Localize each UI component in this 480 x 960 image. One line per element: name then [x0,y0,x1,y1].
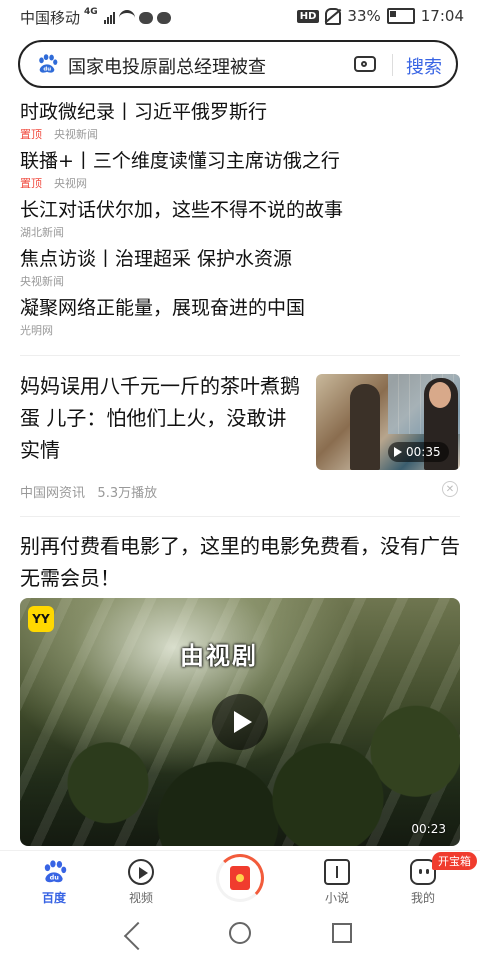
play-icon [394,447,402,457]
recents-icon[interactable] [332,923,352,943]
news-title[interactable]: 妈妈误用八千元一斤的茶叶煮鹅蛋 儿子：怕他们上火，没敢讲实情 [20,370,300,466]
play-circle-icon [128,859,154,885]
tab-label: 百度 [41,891,66,905]
red-envelope-button[interactable] [216,854,264,902]
hot-item[interactable]: 焦点访谈丨治理超采 保护水资源 央视新闻 [20,247,460,296]
video-duration-text: 00:23 [411,822,446,836]
play-count: 5.3万播放 [97,486,158,501]
hot-item-meta: 光明网 [20,324,460,338]
divider [20,355,460,356]
news-meta: 中国网资讯 5.3万播放 [20,482,157,501]
tab-baidu[interactable]: du 百度 [24,859,84,906]
clock: 17:04 [420,7,464,25]
pinned-tag: 置顶 [20,128,42,141]
hot-item-source: 央视新闻 [54,128,98,141]
hot-item-meta: 置顶 央视新闻 [20,128,460,142]
tab-label: 我的 [410,891,435,905]
camera-icon[interactable] [354,56,376,72]
hot-item-title[interactable]: 长江对话伏尔加，这些不得不说的故事 [20,198,460,222]
yy-logo-icon: YY [28,606,54,632]
red-envelope-icon [230,866,250,890]
book-icon [324,859,350,885]
hot-item-title[interactable]: 时政微纪录丨习近平俄罗斯行 [20,100,460,124]
search-button[interactable]: 搜索 [406,53,442,79]
news-title[interactable]: 别再付费看电影了，这里的电影免费看，没有广告无需会员！ [20,530,460,594]
hot-item-meta: 湖北新闻 [20,226,460,240]
hot-item[interactable]: 凝聚网络正能量，展现奋进的中国 光明网 [20,296,460,345]
baidu-paw-icon: du [44,860,67,883]
wifi-icon [118,10,135,25]
hot-item-source: 央视网 [54,177,87,190]
thumbnail-person [350,384,380,470]
back-icon[interactable] [123,921,153,951]
system-nav [0,914,480,960]
status-bar: 中国移动 4G HD 33% 17:04 [0,0,480,34]
baidu-paw-icon: du [39,54,58,73]
video-overlay-text: 由视剧 [180,642,258,670]
hot-item[interactable]: 长江对话伏尔加，这些不得不说的故事 湖北新闻 [20,198,460,247]
mute-icon [325,7,342,25]
hd-badge: HD [296,9,320,23]
wechat-icon [138,11,153,24]
video-duration-text: 00:35 [406,445,441,459]
hot-item-source: 光明网 [20,324,53,337]
hot-list: 时政微纪录丨习近平俄罗斯行 置顶 央视新闻 联播+丨三个维度读懂习主席访俄之行 置… [20,100,460,345]
tab-novel[interactable]: 小说 [307,859,367,906]
svg-text:du: du [50,874,60,882]
signal-icon [103,11,115,24]
hot-item-source: 湖北新闻 [20,226,64,239]
tab-label: 视频 [128,891,153,905]
home-icon[interactable] [229,922,251,944]
carrier-name: 中国移动 [20,9,81,27]
video-duration: 00:35 [388,442,449,462]
pinned-tag: 置顶 [20,177,42,190]
hot-item-title[interactable]: 联播+丨三个维度读懂习主席访俄之行 [20,149,460,173]
svg-text:du: du [43,66,51,72]
status-right: HD 33% 17:04 [296,7,464,25]
tab-video[interactable]: 视频 [111,859,171,906]
treasure-badge[interactable]: 开宝箱 [432,852,477,870]
search-bar[interactable]: du 国家电投原副总经理被查 搜索 [18,40,458,88]
divider [20,516,460,517]
message-icon [156,11,171,24]
news-source: 中国网资讯 [20,486,86,501]
hot-item-meta: 置顶 央视网 [20,177,460,191]
tab-label: 小说 [324,891,349,905]
video-player[interactable]: YY 由视剧 00:23 [20,598,460,846]
battery-percent: 33% [347,7,381,25]
thumbnail-face [429,382,451,408]
play-button[interactable] [212,694,268,750]
network-type: 4G [84,7,98,17]
search-input[interactable]: 国家电投原副总经理被查 [68,53,266,79]
hot-item[interactable]: 联播+丨三个维度读懂习主席访俄之行 置顶 央视网 [20,149,460,198]
hot-item-source: 央视新闻 [20,275,64,288]
battery-icon [386,8,415,24]
status-left: 中国移动 4G [20,7,171,28]
search-divider [392,54,393,76]
hot-item[interactable]: 时政微纪录丨习近平俄罗斯行 置顶 央视新闻 [20,100,460,149]
hot-item-title[interactable]: 焦点访谈丨治理超采 保护水资源 [20,247,460,271]
hot-item-meta: 央视新闻 [20,275,460,289]
hot-item-title[interactable]: 凝聚网络正能量，展现奋进的中国 [20,296,460,320]
dismiss-icon[interactable]: ✕ [442,481,458,497]
